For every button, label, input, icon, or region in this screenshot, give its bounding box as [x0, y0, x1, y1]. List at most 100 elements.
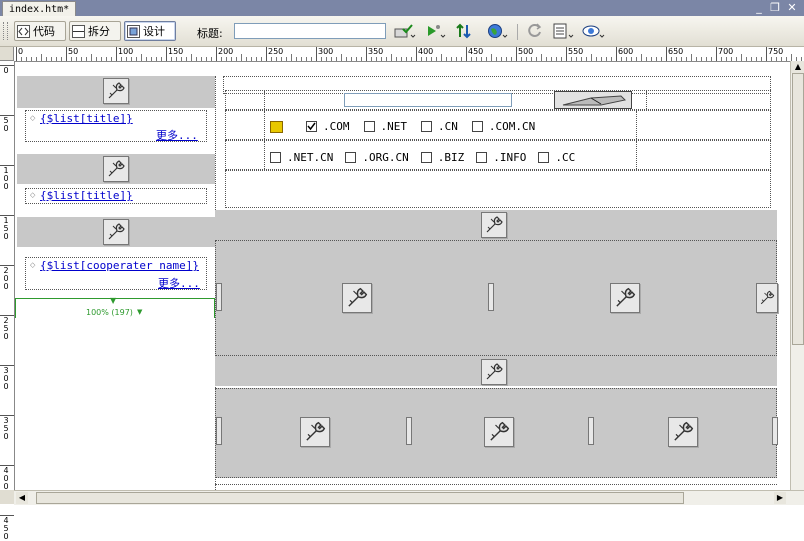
ruler-tick	[0, 515, 14, 516]
ruler-minor-tick	[481, 57, 482, 61]
ruler-tick	[166, 47, 167, 61]
split-view-button[interactable]: 拆分	[69, 21, 121, 41]
document-toolbar: 代码 拆分 设计 标题:	[0, 16, 804, 47]
domain-checkbox[interactable]	[270, 152, 281, 163]
domain-search-input[interactable]	[344, 93, 512, 107]
ruler-origin[interactable]	[0, 47, 14, 61]
view-options-icon[interactable]	[553, 23, 574, 39]
vertical-ruler[interactable]: 0 5 0 1 0 0 1 5 0 2 0 0 2 5 0 3 0 0 3 5 0 4 0 0 4…	[0, 61, 15, 541]
domain-checkbox[interactable]	[306, 121, 317, 132]
image-placeholder-icon[interactable]	[756, 283, 778, 313]
ruler-minor-tick	[31, 57, 32, 61]
image-placeholder-icon[interactable]	[103, 156, 129, 182]
image-placeholder-icon[interactable]	[216, 283, 222, 311]
vertical-scroll-thumb[interactable]	[792, 73, 804, 345]
image-placeholder-icon[interactable]	[216, 417, 222, 445]
refresh-icon[interactable]	[526, 23, 544, 39]
ruler-minor-tick	[291, 54, 292, 61]
image-placeholder-icon[interactable]	[406, 417, 412, 445]
design-view-button[interactable]: 设计	[124, 21, 176, 41]
search-submit-button[interactable]	[554, 91, 632, 109]
ruler-minor-tick	[181, 57, 182, 61]
image-placeholder-icon[interactable]	[484, 417, 514, 447]
ruler-minor-tick	[436, 57, 437, 61]
image-placeholder-icon[interactable]	[772, 417, 778, 445]
table-width-indicator[interactable]: ▼ 100% (197) ▼	[15, 296, 215, 318]
ruler-minor-tick	[681, 57, 682, 61]
ruler-minor-tick	[186, 57, 187, 61]
list-title-link-2[interactable]: {$list[title]}	[40, 189, 133, 202]
list-title-link-1[interactable]: {$list[title]}	[40, 112, 133, 125]
ruler-label: 500	[518, 47, 534, 56]
ruler-label: 200	[218, 47, 234, 56]
domain-checkbox[interactable]	[471, 121, 483, 132]
ruler-tick	[216, 47, 217, 61]
domain-checkbox[interactable]	[421, 121, 432, 132]
restore-icon[interactable]: ❐	[768, 1, 782, 14]
left-banner-3	[17, 217, 215, 247]
page-title-input[interactable]	[234, 23, 386, 39]
ruler-minor-tick	[631, 57, 632, 61]
visual-aids-icon[interactable]	[582, 23, 605, 39]
ruler-minor-tick	[376, 57, 377, 61]
image-placeholder-icon[interactable]	[342, 283, 372, 313]
domain-checkbox[interactable]	[345, 152, 357, 163]
form-marker-icon	[270, 121, 283, 133]
more-link-2[interactable]: 更多...	[158, 275, 200, 291]
refresh-design-view-icon[interactable]	[456, 23, 474, 39]
vertical-scrollbar[interactable]: ▲	[790, 61, 804, 490]
horizontal-ruler[interactable]: 0 50 100 150 200 250 300 350 400 450 500 550 600 650 7…	[14, 47, 802, 62]
ruler-minor-tick	[276, 57, 277, 61]
ruler-label: 1 0 0	[3, 166, 9, 191]
cooperater-name-link[interactable]: {$list[cooperater name]}	[40, 259, 199, 272]
domain-checkbox-label: .CN	[438, 120, 458, 133]
split-view-icon	[72, 24, 85, 38]
ruler-tick	[66, 47, 67, 61]
ruler-minor-tick	[456, 57, 457, 61]
ruler-minor-tick	[71, 57, 72, 61]
scroll-left-icon[interactable]: ◀	[16, 492, 28, 504]
title-label: 标题:	[197, 27, 223, 40]
ruler-minor-tick	[191, 54, 192, 61]
scroll-right-icon[interactable]: ▶	[774, 492, 786, 504]
ruler-minor-tick	[546, 57, 547, 61]
horizontal-scrollbar[interactable]: ◀ ▶	[14, 490, 804, 505]
document-tab[interactable]: index.htm*	[2, 1, 77, 17]
split-view-label: 拆分	[88, 25, 110, 38]
image-placeholder-icon[interactable]	[300, 417, 330, 447]
image-placeholder-icon[interactable]	[610, 283, 640, 313]
toolbar-grip[interactable]	[3, 22, 8, 40]
image-placeholder-icon[interactable]	[103, 219, 129, 245]
ruler-minor-tick	[286, 57, 287, 61]
more-link-1[interactable]: 更多...	[156, 127, 198, 143]
close-icon[interactable]: ✕	[785, 1, 799, 14]
image-placeholder-icon[interactable]	[103, 78, 129, 104]
image-placeholder-icon[interactable]	[481, 212, 507, 238]
domain-checkbox[interactable]	[538, 152, 550, 163]
domain-checkbox[interactable]	[420, 152, 432, 163]
code-view-button[interactable]: 代码	[14, 21, 66, 41]
indicator-dropdown-icon[interactable]: ▼	[137, 308, 142, 316]
image-placeholder-icon[interactable]	[588, 417, 594, 445]
ruler-minor-tick	[596, 57, 597, 61]
toolbar-separator	[517, 24, 518, 40]
image-placeholder-icon[interactable]	[668, 417, 698, 447]
preview-in-browser-icon[interactable]	[426, 23, 446, 39]
globe-icon[interactable]	[487, 23, 508, 39]
ruler-minor-tick	[501, 57, 502, 61]
scroll-up-icon[interactable]: ▲	[791, 61, 804, 73]
width-indicator-label[interactable]: 100% (197)	[86, 308, 133, 317]
ruler-minor-tick	[706, 57, 707, 61]
minimize-icon[interactable]: _	[752, 1, 766, 14]
domain-checkbox[interactable]	[363, 121, 375, 132]
horizontal-scroll-thumb[interactable]	[36, 492, 684, 504]
design-canvas[interactable]: ◇ {$list[title]} 更多... ◇ {$list[title]} …	[15, 62, 790, 490]
ruler-minor-tick	[726, 57, 727, 61]
image-placeholder-icon[interactable]	[488, 283, 494, 311]
ruler-label: 1 5 0	[3, 216, 9, 241]
ruler-minor-tick	[756, 57, 757, 61]
image-placeholder-icon[interactable]	[481, 359, 507, 385]
ruler-minor-tick	[106, 57, 107, 61]
domain-checkbox[interactable]	[476, 152, 488, 163]
file-management-icon[interactable]	[394, 23, 416, 39]
